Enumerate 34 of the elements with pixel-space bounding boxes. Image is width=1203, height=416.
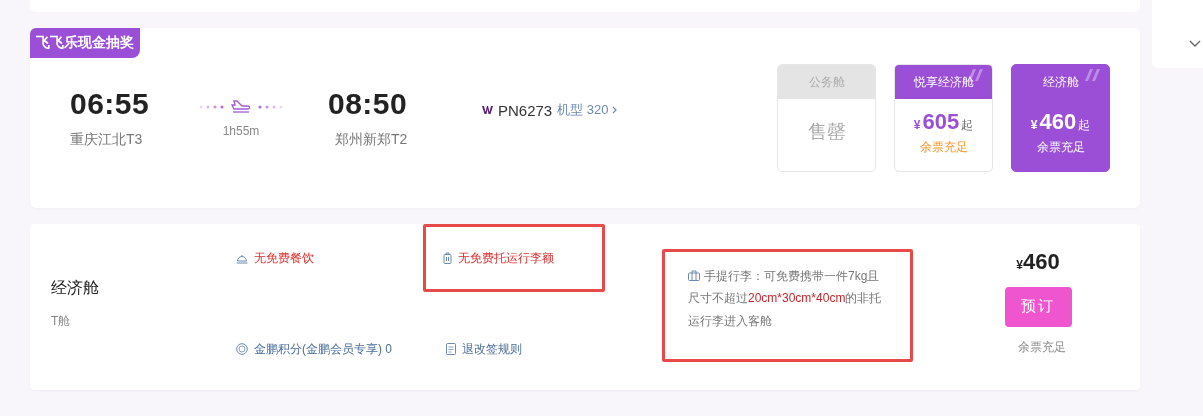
airline-logo-icon [482,106,493,114]
aircraft-type-link[interactable]: 机型 320 [557,101,617,119]
book-button[interactable]: 预订 [1004,286,1072,327]
document-icon [446,343,456,355]
availability-label: 余票充足 [1036,138,1085,156]
promo-badge: 飞飞乐现金抽奖 [30,28,140,58]
cabin-name: 经济舱 [51,278,100,298]
arrival-airport: 郑州新郑T2 [335,131,409,149]
coin-icon [236,343,248,355]
fare-option[interactable]: 经济舱 ¥460起 余票充足 [1011,64,1110,172]
perk-item: 无免费托运行李额 [443,249,554,267]
fare-price: ¥605起 [913,108,974,135]
fare-option[interactable]: 悦享经济舱 ¥605起 余票充足 [894,64,993,172]
cabin-class-code: T舱 [51,313,72,330]
fare-price: ¥460起 [1030,108,1091,135]
perk-item: 无免费餐饮 [236,249,314,267]
perk-item: 退改签规则 [446,340,522,358]
cabin-name: 悦享经济舱 [895,65,992,99]
flight-number: PN6273 [498,101,553,119]
availability-label: 余票充足 [919,138,968,156]
flight-duration: 1h55m [222,124,260,138]
bag-icon [688,269,700,281]
cloche-icon [236,252,248,264]
departure-time: 06:55 [70,87,151,121]
availability-label: 余票充足 [1018,338,1066,356]
chevron-down-icon[interactable] [1189,40,1201,48]
carry-on-baggage-note: 手提行李：可免费携带一件7kg且尺寸不超过20cm*30cm*40cm的非托运行李进入客舱 [688,267,883,330]
cabin-price: ¥460 [1016,248,1060,275]
departure-airport: 重庆江北T3 [70,131,144,149]
luggage-icon [443,252,452,264]
perk-item: 金鹏积分(金鹏会员专享) 0 [236,340,392,358]
sold-out-label: 售罄 [807,120,846,144]
chevron-right-icon [611,106,617,114]
arrival-time: 08:50 [328,87,409,121]
